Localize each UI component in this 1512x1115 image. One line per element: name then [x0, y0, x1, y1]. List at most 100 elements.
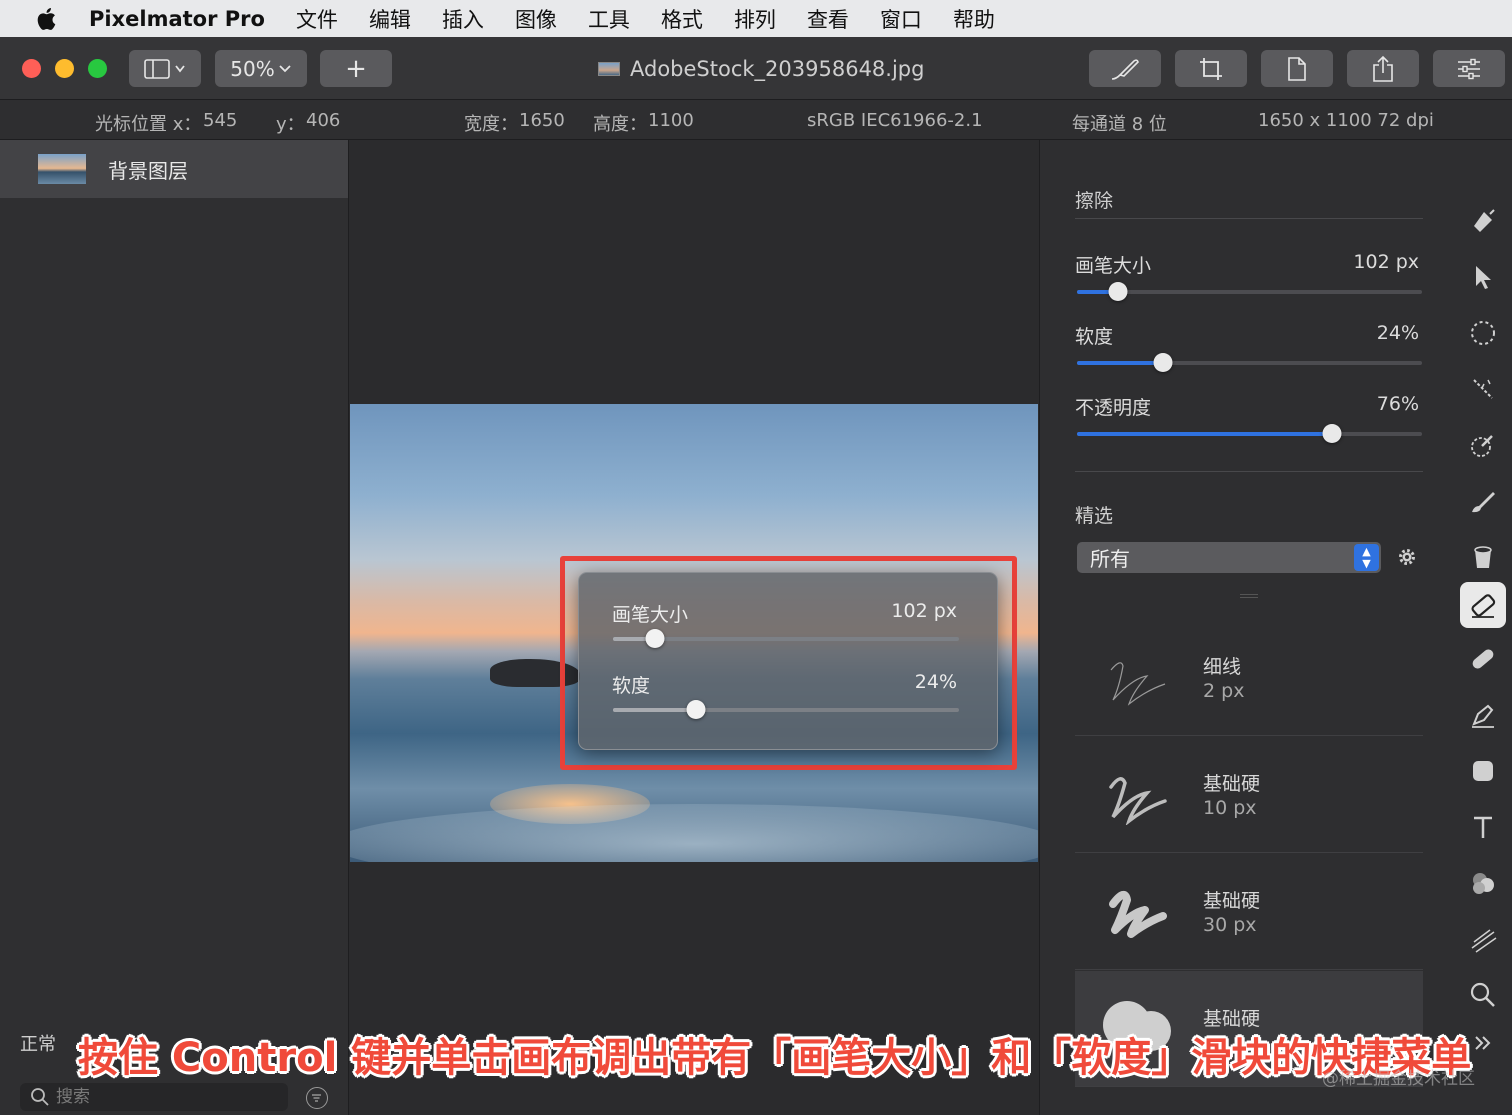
distort-tool[interactable]: [1460, 916, 1506, 962]
type-tool[interactable]: [1460, 804, 1506, 850]
minimize-window-button[interactable]: [55, 59, 74, 78]
blend-mode-select[interactable]: 正常: [20, 1030, 56, 1056]
pixelmator-window: Pixelmator Pro 文件 编辑 插入 图像 工具 格式 排列 查看 窗…: [0, 0, 1512, 1115]
softness-slider[interactable]: [1077, 353, 1422, 372]
eyedropper-selection-icon: [1471, 435, 1493, 457]
color-circles-icon: [1473, 873, 1494, 894]
menu-view[interactable]: 查看: [807, 4, 849, 34]
stroke-basic-preview-icon: [1109, 777, 1167, 825]
popup-softness-slider[interactable]: [613, 700, 959, 719]
shape-tool[interactable]: [1460, 748, 1506, 794]
zoom-dropdown[interactable]: 50%: [215, 50, 307, 87]
slider-knob[interactable]: [1108, 282, 1128, 301]
gear-icon[interactable]: [1396, 546, 1418, 568]
paint-tools-button[interactable]: [1089, 50, 1161, 87]
softness-label: 软度: [1075, 326, 1114, 348]
document-icon: [1288, 56, 1306, 81]
menu-edit[interactable]: 编辑: [369, 4, 411, 34]
cursor-y-label: y：: [276, 114, 305, 135]
slider-knob[interactable]: [1153, 353, 1173, 372]
layer-search-input[interactable]: [56, 1087, 276, 1107]
retouch-tool[interactable]: [1460, 636, 1506, 682]
preset-name: 基础硬: [1203, 890, 1261, 912]
bandage-icon: [1472, 649, 1494, 669]
color-select-tool[interactable]: [1460, 422, 1506, 468]
brush-preset-item[interactable]: 基础硬 30 px: [1075, 854, 1423, 970]
brush-size-slider[interactable]: [1077, 282, 1422, 301]
popup-brush-size-slider[interactable]: [613, 629, 959, 648]
paint-bucket-tilt-icon: [1474, 209, 1495, 232]
wave-foam: [350, 804, 1038, 862]
softness-value[interactable]: 24%: [1377, 322, 1419, 344]
paint-bucket-icon: [1474, 546, 1492, 568]
preset-filter-select[interactable]: 所有 ▲ ▼: [1077, 542, 1381, 573]
cursor-x-label: 光标位置 x：: [95, 114, 202, 135]
magic-wand-tool[interactable]: [1460, 366, 1506, 412]
magic-wand-icon: [1473, 379, 1493, 399]
apple-logo-icon[interactable]: [36, 7, 56, 31]
opacity-value[interactable]: 76%: [1377, 393, 1419, 415]
color-adjust-tool[interactable]: [1460, 860, 1506, 906]
brush-preset-item[interactable]: 细线 2 px: [1075, 620, 1423, 736]
erase-tool[interactable]: [1460, 582, 1506, 628]
search-icon: [31, 1088, 49, 1106]
adjustments-button[interactable]: [1433, 50, 1505, 87]
marquee-tool[interactable]: [1460, 310, 1506, 356]
share-button[interactable]: [1347, 50, 1419, 87]
menu-arrange[interactable]: 排列: [734, 4, 776, 34]
menu-image[interactable]: 图像: [515, 4, 557, 34]
divider: [1075, 471, 1423, 472]
menu-insert[interactable]: 插入: [442, 4, 484, 34]
menu-help[interactable]: 帮助: [953, 4, 995, 34]
brush-preset-item[interactable]: 基础硬 10 px: [1075, 737, 1423, 853]
layer-item[interactable]: 背景图层: [0, 140, 348, 198]
preset-name: 基础硬: [1203, 773, 1261, 795]
brush-size-value[interactable]: 102 px: [1353, 251, 1419, 273]
layer-thumbnail: [38, 154, 86, 184]
stroke-thin-preview-icon: [1110, 662, 1166, 706]
add-button[interactable]: +: [320, 50, 392, 87]
slider-knob[interactable]: [1322, 424, 1342, 443]
menubar: Pixelmator Pro 文件 编辑 插入 图像 工具 格式 排列 查看 窗…: [0, 0, 1512, 37]
menu-window[interactable]: 窗口: [880, 4, 922, 34]
close-window-button[interactable]: [22, 59, 41, 78]
slider-fill: [613, 708, 697, 712]
section-erase-title: 擦除: [1075, 190, 1114, 212]
drag-handle[interactable]: [1240, 594, 1258, 598]
pen-tool[interactable]: [1460, 692, 1506, 738]
height-label: 高度：: [593, 114, 647, 135]
menu-tools[interactable]: 工具: [588, 4, 630, 34]
preset-size: 10 px: [1203, 797, 1257, 819]
crop-button[interactable]: [1175, 50, 1247, 87]
fill-tool[interactable]: [1460, 534, 1506, 580]
menu-format[interactable]: 格式: [661, 4, 703, 34]
zoom-tool[interactable]: [1460, 972, 1506, 1018]
menu-file[interactable]: 文件: [296, 4, 338, 34]
select-tool[interactable]: [1460, 254, 1506, 300]
popup-brush-size-value: 102 px: [891, 600, 957, 622]
cursor-x-value: 545: [203, 110, 238, 131]
popup-softness-value: 24%: [914, 671, 957, 693]
layer-search[interactable]: [20, 1083, 288, 1111]
format-button[interactable]: [1261, 50, 1333, 87]
sidebar-toggle-button[interactable]: [129, 50, 201, 87]
filter-icon[interactable]: [306, 1087, 328, 1109]
menu-app-name[interactable]: Pixelmator Pro: [89, 7, 265, 31]
height-value: 1100: [648, 110, 694, 131]
slider-knob[interactable]: [645, 629, 665, 648]
paint-tool[interactable]: [1460, 478, 1506, 524]
zoom-value: 50%: [230, 56, 275, 81]
style-tool[interactable]: [1460, 198, 1506, 244]
paintbrush-icon: [1472, 492, 1495, 513]
preset-name: 细线: [1203, 656, 1242, 678]
slider-knob[interactable]: [686, 700, 706, 719]
chevron-down-icon: [279, 64, 291, 72]
rounded-square-icon: [1473, 761, 1493, 781]
opacity-slider[interactable]: [1077, 424, 1422, 443]
plus-icon: +: [345, 53, 367, 84]
brush-size-label: 画笔大小: [1075, 255, 1152, 277]
pen-nib-icon: [1472, 704, 1494, 728]
zoom-window-button[interactable]: [88, 59, 107, 78]
text-icon: [1474, 816, 1492, 838]
preset-size: 2 px: [1203, 680, 1245, 702]
